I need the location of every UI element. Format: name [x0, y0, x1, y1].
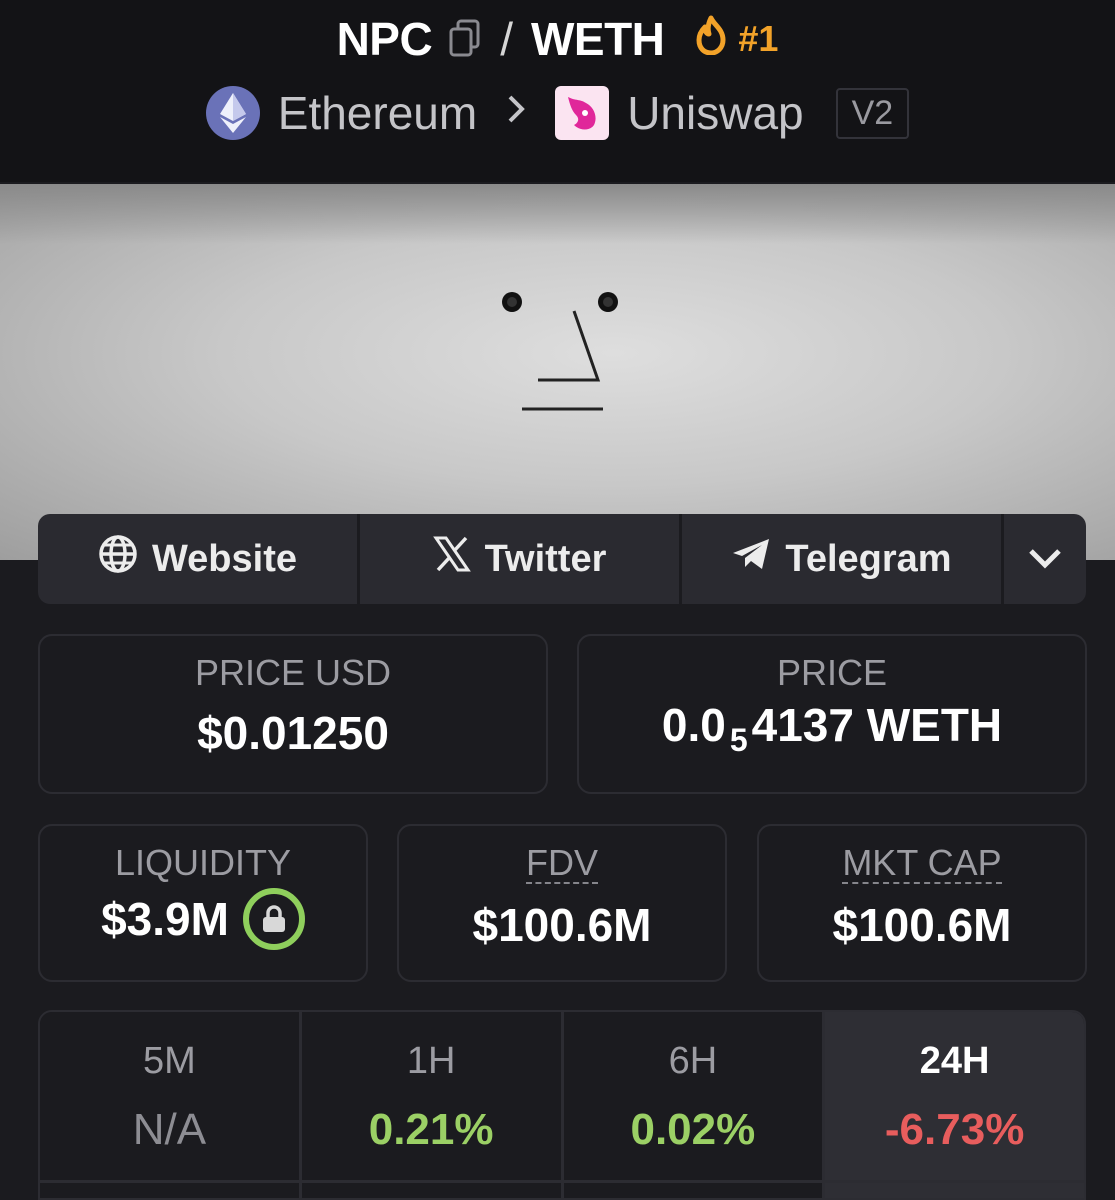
liquidity-value-row: $3.9M	[40, 888, 366, 954]
tab-24h[interactable]: 24H -6.73%	[825, 1012, 1084, 1198]
price-zero-count: 5	[729, 722, 748, 758]
ethereum-icon	[205, 86, 260, 140]
base-token-symbol: NPC	[336, 13, 433, 65]
liquidity-card: LIQUIDITY $3.9M	[38, 824, 368, 982]
telegram-button[interactable]: Telegram	[682, 514, 1004, 604]
tab-1h-label: 1H	[406, 1040, 456, 1082]
website-label: Website	[151, 537, 297, 580]
chain-breadcrumb: Ethereum Uniswap V2	[0, 86, 1115, 140]
liquidity-value: $3.9M	[101, 893, 229, 946]
telegram-label: Telegram	[785, 537, 952, 580]
twitter-label: Twitter	[484, 537, 607, 580]
liquidity-label: LIQUIDITY	[114, 842, 292, 883]
telegram-icon	[731, 536, 771, 582]
pair-header: NPC / WETH #1 Ethereum Uniswap V2	[0, 0, 1115, 182]
quote-token-symbol: WETH	[530, 13, 665, 65]
price-label: PRICE	[776, 652, 888, 693]
price-usd-card: PRICE USD $0.01250	[38, 634, 548, 794]
tab-24h-change: -6.73%	[884, 1105, 1025, 1154]
dex-version-badge: V2	[835, 87, 910, 139]
pair-separator: /	[500, 13, 513, 65]
tab-5m-label: 5M	[142, 1040, 196, 1082]
dex-name[interactable]: Uniswap	[627, 86, 803, 140]
uniswap-unicorn-icon	[555, 86, 610, 140]
fdv-card[interactable]: FDV $100.6M	[397, 824, 727, 982]
copy-icon[interactable]	[448, 19, 482, 59]
chevron-down-icon	[1027, 538, 1063, 581]
chevron-right-icon	[505, 91, 527, 136]
market-cap-value: $100.6M	[832, 899, 1012, 951]
npc-face-image	[502, 292, 618, 411]
website-button[interactable]: Website	[38, 514, 360, 604]
market-cap-label: MKT CAP	[842, 842, 1002, 884]
price-prefix: 0.0	[661, 699, 726, 751]
price-weth-card: PRICE 0.0 54137 WETH	[577, 634, 1087, 794]
globe-icon	[98, 534, 138, 584]
banner-shade	[0, 184, 1115, 244]
tab-5m-change: N/A	[132, 1105, 207, 1154]
flame-icon	[692, 15, 730, 64]
tab-6h-change: 0.02%	[630, 1105, 756, 1154]
pair-title: NPC / WETH #1	[0, 12, 1115, 66]
market-cap-card[interactable]: MKT CAP $100.6M	[757, 824, 1087, 982]
tab-6h-label: 6H	[668, 1040, 718, 1082]
price-usd-value: $0.01250	[197, 707, 389, 759]
price-suffix: 4137 WETH	[751, 699, 1003, 751]
tab-24h-label: 24H	[919, 1040, 990, 1082]
price-usd-label: PRICE USD	[194, 652, 392, 693]
twitter-button[interactable]: Twitter	[360, 514, 682, 604]
price-weth-value: 0.0 54137 WETH	[579, 698, 1085, 759]
tab-6h[interactable]: 6H 0.02%	[563, 1012, 826, 1198]
timeframe-tabs: 5M N/A 1H 0.21% 6H 0.02% 24H -6.73%	[38, 1010, 1086, 1200]
trending-rank-value: #1	[738, 18, 779, 59]
tab-5m[interactable]: 5M N/A	[40, 1012, 302, 1198]
lock-icon[interactable]	[242, 888, 305, 950]
fdv-label: FDV	[526, 842, 598, 884]
trending-rank[interactable]: #1	[692, 15, 778, 64]
x-logo-icon	[432, 535, 471, 583]
tab-1h[interactable]: 1H 0.21%	[301, 1012, 564, 1198]
tab-1h-change: 0.21%	[368, 1105, 494, 1154]
timeframe-divider	[38, 1180, 1086, 1183]
fdv-value: $100.6M	[472, 899, 652, 951]
chain-name[interactable]: Ethereum	[278, 86, 477, 140]
more-links-button[interactable]	[1004, 514, 1086, 604]
social-links-bar: Website Twitter Telegram	[38, 514, 1086, 604]
